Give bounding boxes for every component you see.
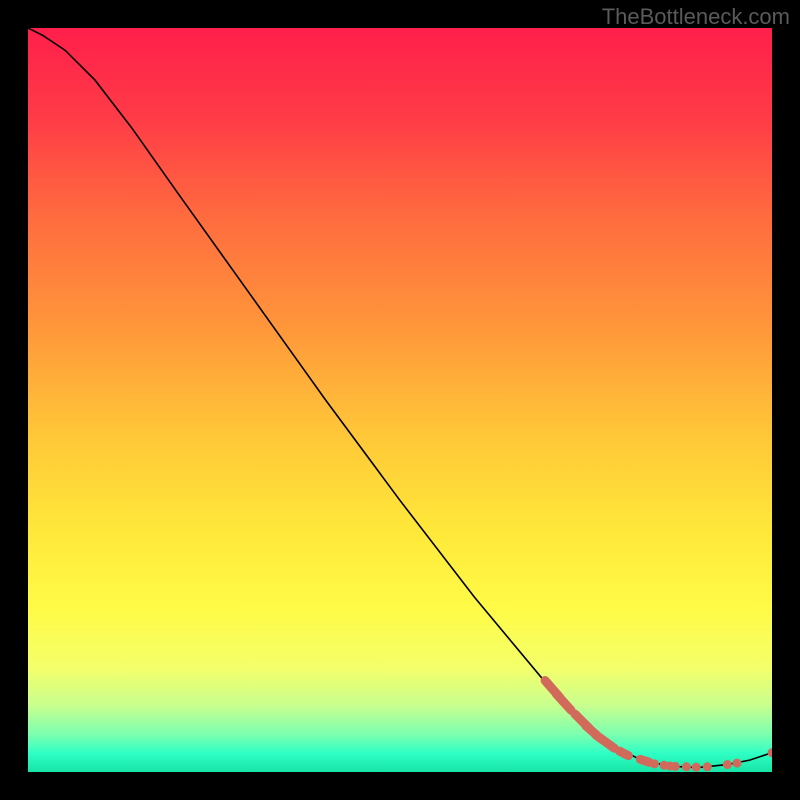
chart-markers (545, 680, 772, 771)
attribution-text: TheBottleneck.com (602, 4, 790, 30)
chart-overlay (28, 28, 772, 772)
chart-curve (28, 28, 772, 768)
chart-plot-area (28, 28, 772, 772)
